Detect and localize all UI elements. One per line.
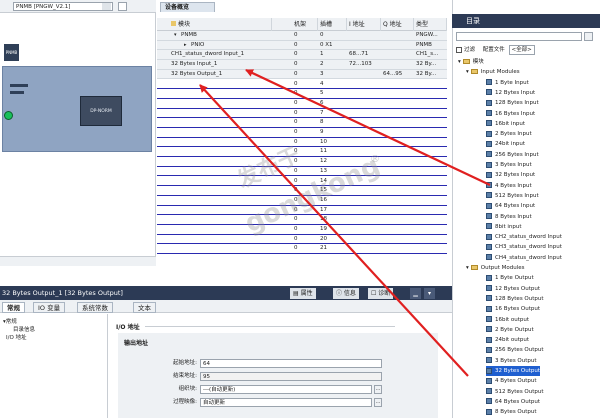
annotation-arrows: [199, 69, 491, 377]
arrow-to-output: [199, 84, 469, 377]
arrow-to-input: [245, 69, 491, 186]
